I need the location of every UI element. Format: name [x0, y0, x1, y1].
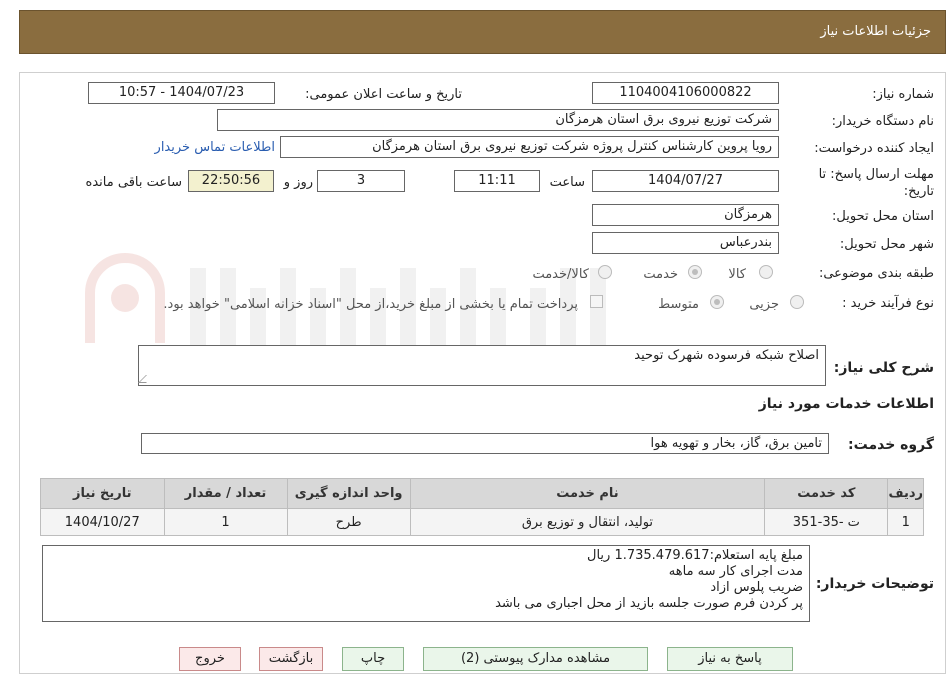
back-button[interactable]: بازگشت	[259, 647, 323, 671]
city-label: شهر محل تحویل:	[839, 237, 934, 252]
deadline-time-label: ساعت	[549, 175, 585, 190]
col-header-row-number: ردیف	[887, 478, 924, 509]
creator-field[interactable]: رویا پروین کارشناس کنترل پروژه شرکت توزی…	[280, 136, 779, 158]
services-section-title: اطلاعات خدمات مورد نیاز	[758, 396, 934, 412]
service-group-label: گروه خدمت:	[848, 437, 934, 453]
category-label: طبقه بندی موضوعی:	[818, 266, 934, 281]
category-service-label: خدمت	[643, 267, 678, 282]
buyer-notes-line: پر کردن فرم صورت جلسه بازید از محل اجبار…	[495, 596, 803, 611]
cell-need-date: 1404/10/27	[40, 508, 165, 536]
city-field[interactable]: بندرعباس	[592, 232, 779, 254]
category-radio-goods[interactable]	[759, 265, 773, 279]
reply-to-need-button[interactable]: پاسخ به نیاز	[667, 647, 793, 671]
category-goods-label: کالا	[728, 267, 746, 282]
category-radio-goods-service[interactable]	[598, 265, 612, 279]
process-radio-minor[interactable]	[790, 295, 804, 309]
need-description-label: شرح کلی نیاز:	[833, 360, 934, 376]
province-field[interactable]: هرمزگان	[592, 204, 779, 226]
need-description-text: اصلاح شبکه فرسوده شهرک توحید	[634, 348, 819, 363]
treasury-payment-checkbox[interactable]	[590, 295, 603, 308]
cell-quantity: 1	[163, 508, 288, 536]
days-field[interactable]: 3	[317, 170, 405, 192]
buyer-notes-textarea[interactable]: مبلغ پایه استعلام:1.735.479.617 ریال مدت…	[42, 545, 810, 622]
buyer-notes-line: مبلغ پایه استعلام:1.735.479.617 ریال	[587, 548, 803, 563]
page-header: جزئیات اطلاعات نیاز	[19, 10, 946, 54]
remaining-time-field[interactable]: 22:50:56	[188, 170, 274, 192]
service-group-field[interactable]: تامین برق، گاز، بخار و تهویه هوا	[141, 433, 829, 454]
treasury-payment-note: پرداخت تمام یا بخشی از مبلغ خرید،از محل …	[163, 297, 578, 312]
deadline-date-field[interactable]: 1404/07/27	[592, 170, 779, 192]
announce-datetime-label: تاریخ و ساعت اعلان عمومی:	[305, 87, 462, 102]
col-header-need-date: تاریخ نیاز	[40, 478, 165, 509]
table-header-row: ردیف کد خدمت نام خدمت واحد اندازه گیری ت…	[40, 478, 924, 509]
buyer-notes-label: توضیحات خریدار:	[815, 576, 934, 592]
deadline-label: مهلت ارسال پاسخ: تا تاریخ:	[818, 167, 934, 199]
view-attachments-button[interactable]: مشاهده مدارک پیوستی (2)	[423, 647, 648, 671]
process-label: نوع فرآیند خرید :	[842, 296, 934, 311]
creator-label: ایجاد کننده درخواست:	[814, 141, 934, 156]
announce-datetime-field[interactable]: 1404/07/23 - 10:57	[88, 82, 275, 104]
cell-service-code: ت -35-351	[764, 508, 889, 536]
resize-grip-icon[interactable]	[138, 375, 154, 383]
table-row: 1 ت -35-351 تولید، انتقال و توزیع برق طر…	[40, 508, 924, 536]
exit-button[interactable]: خروج	[179, 647, 241, 671]
page-title: جزئیات اطلاعات نیاز	[820, 24, 931, 39]
buyer-notes-line: مدت اجرای کار سه ماهه	[668, 564, 803, 579]
print-button[interactable]: چاپ	[342, 647, 404, 671]
process-radio-medium[interactable]	[710, 295, 724, 309]
process-medium-label: متوسط	[658, 297, 699, 312]
process-minor-label: جزیی	[749, 297, 779, 312]
need-number-label: شماره نیاز:	[872, 87, 934, 102]
category-goods-service-label: کالا/خدمت	[532, 267, 589, 282]
deadline-time-field[interactable]: 11:11	[454, 170, 540, 192]
remaining-time-label: ساعت باقی مانده	[85, 175, 182, 190]
category-radio-service[interactable]	[688, 265, 702, 279]
buyer-org-field[interactable]: شرکت توزیع نیروی برق استان هرمزگان	[217, 109, 779, 131]
col-header-unit: واحد اندازه گیری	[286, 478, 411, 509]
days-label: روز و	[283, 175, 313, 190]
cell-service-name: تولید، انتقال و توزیع برق	[409, 508, 766, 536]
col-header-quantity: تعداد / مقدار	[163, 478, 288, 509]
col-header-service-name: نام خدمت	[409, 478, 766, 509]
province-label: استان محل تحویل:	[832, 209, 934, 224]
cell-unit: طرح	[286, 508, 411, 536]
cell-row-number: 1	[887, 508, 924, 536]
need-description-textarea[interactable]: اصلاح شبکه فرسوده شهرک توحید	[138, 345, 826, 386]
buyer-contact-link[interactable]: اطلاعات تماس خریدار	[155, 140, 275, 155]
col-header-service-code: کد خدمت	[764, 478, 889, 509]
need-number-field[interactable]: 1104004106000822	[592, 82, 779, 104]
services-table: ردیف کد خدمت نام خدمت واحد اندازه گیری ت…	[40, 478, 924, 536]
buyer-notes-line: ضریب پلوس ازاد	[710, 580, 803, 595]
buyer-org-label: نام دستگاه خریدار:	[831, 114, 934, 129]
